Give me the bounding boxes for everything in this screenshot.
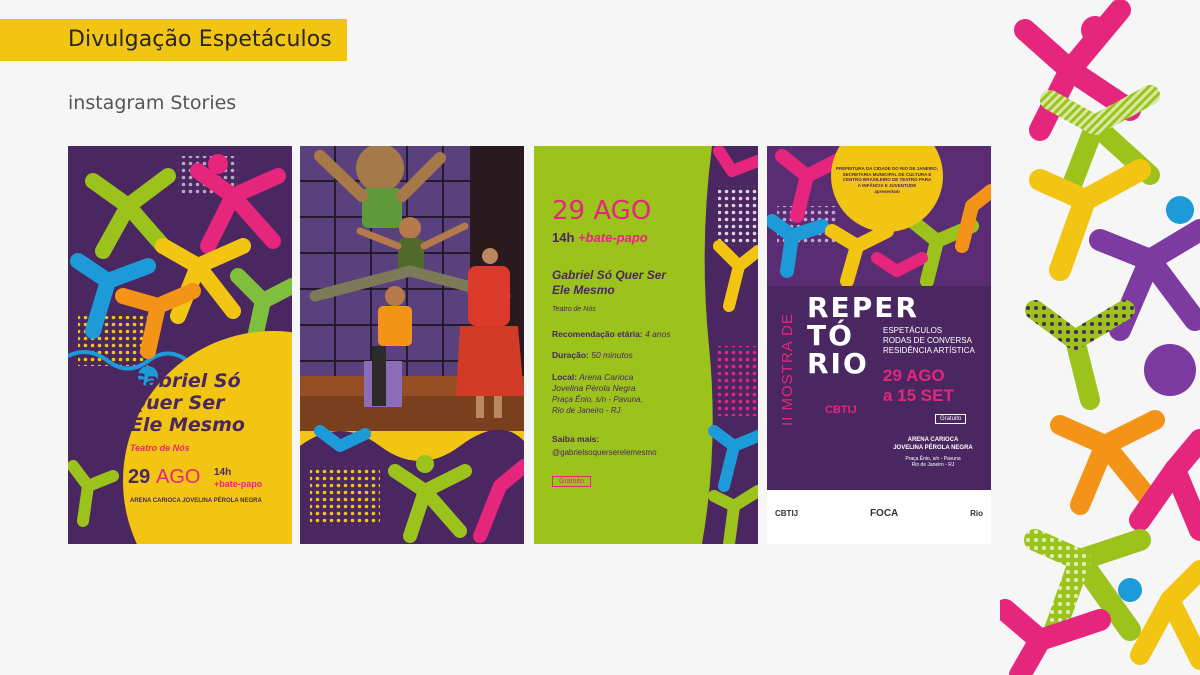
story-4-dates: 29 AGO a 15 SET xyxy=(883,366,954,406)
story-1-time: 14h xyxy=(214,467,232,478)
story-4-address-line: Rio de Janeiro - RJ xyxy=(911,462,955,468)
story-card-3[interactable]: 29 AGO 14h +bate-papo Gabriel Só Quer Se… xyxy=(534,146,758,544)
story-3-age-value: 4 anos xyxy=(645,329,671,339)
page-title: Divulgação Espetáculos xyxy=(68,27,332,52)
story-3-address-line: Rio de Janeiro - RJ xyxy=(552,406,621,415)
story-4-program-line: RESIDÊNCIA ARTÍSTICA xyxy=(883,346,975,355)
stage-photo xyxy=(300,146,524,544)
sponsor-logo: Rio xyxy=(970,509,983,518)
story-3-local: Local: Arena Carioca Jovelina Pérola Neg… xyxy=(552,372,643,416)
story-4-address: Praça Ênio, s/n - Pavuna Rio de Janeiro … xyxy=(883,456,983,468)
sponsor-logo: CBTIJ xyxy=(775,509,799,518)
story-3-local-line: Jovelina Pérola Negra xyxy=(552,383,636,393)
story-3-duration-value: 50 minutos xyxy=(591,350,633,360)
story-3-title: Gabriel Só Quer Ser Ele Mesmo xyxy=(552,268,702,298)
story-4-sponsor-logo: CBTIJ xyxy=(825,404,857,416)
story-1-date-day: 29 xyxy=(128,466,151,488)
story-3-duration-label: Duração: xyxy=(552,350,589,360)
story-3-age-label: Recomendação etária: xyxy=(552,329,643,339)
story-4-program: ESPETÁCULOS RODAS DE CONVERSA RESIDÊNCIA… xyxy=(883,326,975,356)
story-3-free-badge: Gratuito xyxy=(552,476,591,487)
story-1-title-line: Ele Mesmo xyxy=(130,414,245,436)
story-3-time-row: 14h +bate-papo xyxy=(552,230,648,245)
story-3-title-line: Gabriel Só Quer Ser xyxy=(552,268,667,282)
story-3-extra: +bate-papo xyxy=(578,230,648,245)
story-1-title-line: Quer Ser xyxy=(130,392,225,414)
story-4-venue: ARENA CARIOCA JOVELINA PÉROLA NEGRA xyxy=(883,436,983,452)
story-4-presents: apresentam xyxy=(874,189,900,194)
story-4-venue-line: JOVELINA PÉROLA NEGRA xyxy=(893,445,973,451)
story-4-sponsor-bar: CBTIJ FOCA Rio xyxy=(775,508,983,519)
story-3-age: Recomendação etária: 4 anos xyxy=(552,329,671,339)
story-1-venue: Teatro de Nós xyxy=(130,443,190,453)
story-4-presenter-line: PREFEITURA DA CIDADE DO RIO DE JANEIRO, xyxy=(836,166,938,171)
story-3-local-label: Local: xyxy=(552,372,578,382)
story-4-presenter-line: A INFÂNCIA E JUVENTUDE xyxy=(857,182,917,188)
story-3-duration: Duração: 50 minutos xyxy=(552,350,633,360)
story-3-local-line: Arena Carioca xyxy=(579,372,634,382)
story-4-date-line: 29 AGO xyxy=(883,366,945,385)
story-4-mostra: II MOSTRA DE xyxy=(779,313,796,426)
story-card-1[interactable]: Gabriel Só Quer Ser Ele Mesmo Teatro de … xyxy=(68,146,292,544)
story-card-4[interactable]: PREFEITURA DA CIDADE DO RIO DE JANEIRO, … xyxy=(767,146,991,544)
story-3-time: 14h xyxy=(552,230,575,245)
story-card-2[interactable] xyxy=(300,146,524,544)
story-4-presenters: PREFEITURA DA CIDADE DO RIO DE JANEIRO, … xyxy=(829,166,945,195)
page-subtitle: instagram Stories xyxy=(68,92,237,114)
story-3-date: 29 AGO xyxy=(552,196,651,226)
story-3-date-text: 29 AGO xyxy=(552,196,652,226)
story-3-address-line: Praça Ênio, s/n - Pavuna, xyxy=(552,395,643,404)
story-1-location: ARENA CARIOCA JOVELINA PÉROLA NEGRA xyxy=(130,498,262,504)
story-4-presenter-line: CENTRO BRASILEIRO DE TEATRO PARA xyxy=(842,177,932,182)
story-1-date-month: AGO xyxy=(156,466,201,488)
story-4-date-line: a 15 SET xyxy=(883,386,954,405)
sponsor-logo: FOCA xyxy=(869,508,899,519)
story-1-title-line: Gabriel Só xyxy=(130,370,241,392)
story-1-title: Gabriel Só Quer Ser Ele Mesmo xyxy=(130,370,290,436)
story-3-handle[interactable]: @gabrielsoquerserelemesmo xyxy=(552,448,657,457)
story-4-program-line: ESPETÁCULOS xyxy=(883,326,943,335)
story-3-venue: Teatro de Nós xyxy=(552,306,596,313)
story-4-free-badge: Gratuito xyxy=(935,414,967,424)
story-3-title-line: Ele Mesmo xyxy=(552,283,615,297)
decorative-pattern xyxy=(1000,0,1200,675)
story-4-venue-line: ARENA CARIOCA xyxy=(907,437,959,443)
story-4-program-line: RODAS DE CONVERSA xyxy=(883,336,972,345)
story-4-rep-line: REPER xyxy=(807,291,919,324)
title-band: Divulgação Espetáculos xyxy=(0,19,347,61)
story-1-extra: +bate-papo xyxy=(214,479,263,489)
story-3-more-label: Saiba mais: xyxy=(552,434,600,444)
